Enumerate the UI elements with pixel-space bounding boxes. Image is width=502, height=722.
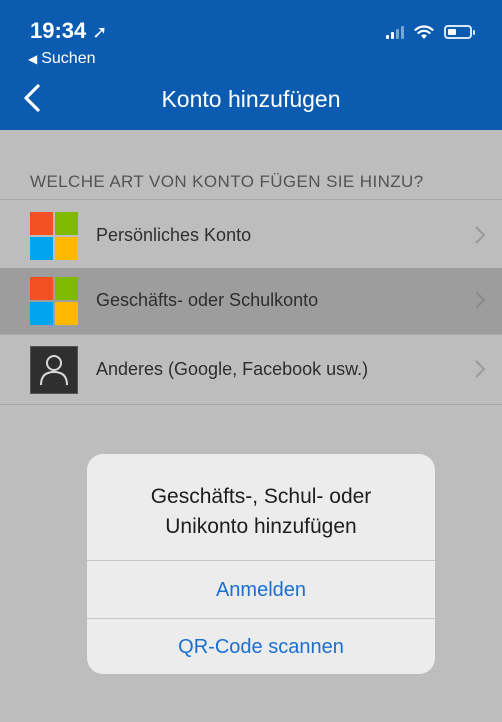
dialog-title-line: Unikonto hinzufügen — [165, 515, 357, 538]
dialog-title-line: Geschäfts-, Schul- oder — [150, 485, 372, 508]
divider — [0, 199, 502, 200]
section-title: WELCHE ART VON KONTO FÜGEN SIE HINZU? — [30, 172, 424, 191]
dialog-divider — [87, 560, 435, 561]
action-dialog: Geschäfts-, Schul- oder Unikonto hinzufü… — [87, 454, 435, 674]
status-icons — [386, 24, 475, 40]
divider — [0, 334, 502, 335]
back-triangle-icon: ◀ — [28, 52, 38, 66]
microsoft-logo-icon — [30, 277, 78, 325]
account-option-personal[interactable]: Persönliches Konto — [0, 203, 502, 269]
chevron-right-icon — [475, 360, 486, 378]
sign-in-button[interactable]: Anmelden — [87, 562, 435, 618]
battery-icon — [444, 25, 475, 39]
chevron-right-icon — [475, 226, 486, 244]
microsoft-logo-icon — [30, 212, 78, 260]
account-option-other[interactable]: Anderes (Google, Facebook usw.) — [0, 337, 502, 403]
screen: 19:34 ➚ ◀ Suchen Konto hinzufügen WELCHE A… — [0, 0, 502, 722]
back-app-label: Suchen — [41, 50, 96, 67]
scan-qr-code-button[interactable]: QR-Code scannen — [87, 619, 435, 674]
page-title: Konto hinzufügen — [161, 86, 341, 112]
wifi-icon — [414, 25, 434, 39]
location-arrow-icon: ➚ — [92, 22, 108, 42]
account-option-work-school[interactable]: Geschäfts- oder Schulkonto — [0, 268, 502, 334]
chevron-right-icon — [475, 291, 486, 309]
back-to-app-link[interactable]: ◀ Suchen — [28, 50, 96, 68]
header: 19:34 ➚ ◀ Suchen Konto hinzufügen — [0, 0, 502, 130]
cellular-signal-icon — [386, 25, 404, 39]
account-option-label: Persönliches Konto — [96, 225, 252, 245]
status-time: 19:34 ➚ — [30, 18, 107, 44]
account-option-label: Geschäfts- oder Schulkonto — [96, 290, 319, 310]
status-time-text: 19:34 — [30, 18, 87, 43]
person-icon — [30, 346, 78, 394]
account-option-label: Anderes (Google, Facebook usw.) — [96, 359, 369, 379]
divider — [0, 404, 502, 405]
dialog-title: Geschäfts-, Schul- oder Unikonto hinzufü… — [97, 482, 425, 542]
